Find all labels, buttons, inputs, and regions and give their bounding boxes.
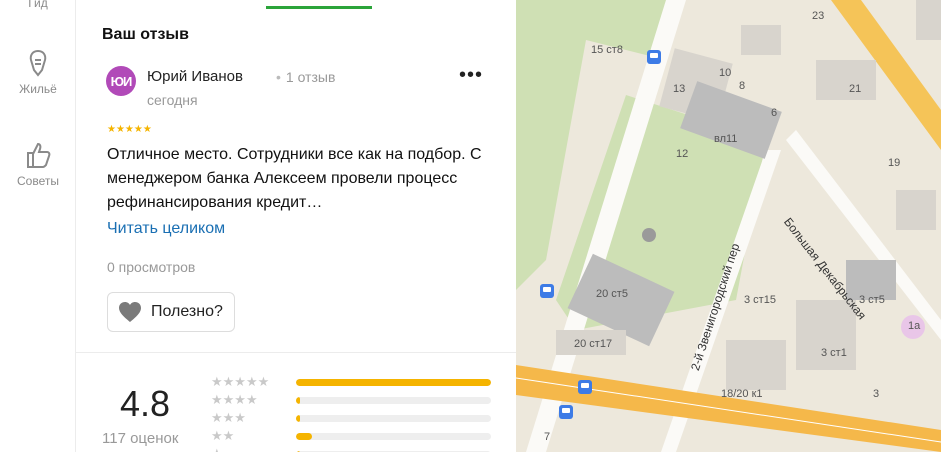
review-text: Отличное место. Сотрудники все как на по… <box>107 146 482 211</box>
map-label: 7 <box>544 431 551 443</box>
rating-distribution-row: ★★★ <box>211 410 491 428</box>
avatar[interactable]: ЮИ <box>106 66 136 96</box>
bus-stop-icon[interactable] <box>647 50 661 64</box>
housing-icon <box>29 49 47 77</box>
section-title: Ваш отзыв <box>102 26 189 43</box>
rating-row-stars: ★★ <box>211 428 235 443</box>
rating-row-stars: ★★★★★ <box>211 374 270 389</box>
nav-item-label: Гид <box>28 0 48 10</box>
rating-row-stars: ★★★ <box>211 410 246 425</box>
map[interactable]: 15 ст8 13 вл11 12 20 ст5 20 ст17 23 10 8… <box>516 0 941 452</box>
map-label: 23 <box>812 10 825 22</box>
map-label: 8 <box>739 80 746 92</box>
rating-distribution-row: ★★ <box>211 428 491 446</box>
rating-value: 4.8 <box>120 383 171 424</box>
rating-bar-track <box>296 415 491 422</box>
heart-icon <box>119 302 141 322</box>
map-label: 3 <box>873 388 880 400</box>
rating-distribution-row: ★ <box>211 446 491 452</box>
review-panel: Ваш отзыв ЮИ Юрий Иванов 1 отзыв сегодня… <box>76 0 516 452</box>
map-label: 12 <box>676 148 689 160</box>
bus-stop-icon[interactable] <box>540 284 554 298</box>
rating-bar-track <box>296 433 491 440</box>
map-label: 20 ст17 <box>574 338 613 350</box>
map-label: 10 <box>719 67 732 79</box>
rating-count: 117 оценок <box>102 430 179 447</box>
map-label: 3 ст1 <box>821 347 847 359</box>
rating-bar-fill <box>296 379 491 386</box>
map-label: 6 <box>771 107 778 119</box>
author-review-count: 1 отзыв <box>276 69 336 85</box>
views-count: 0 просмотров <box>107 259 196 275</box>
map-label: 15 ст8 <box>591 44 623 56</box>
author-name[interactable]: Юрий Иванов <box>147 68 243 85</box>
map-label: 21 <box>849 83 862 95</box>
bus-stop-icon[interactable] <box>559 405 573 419</box>
active-tab-indicator <box>266 6 372 9</box>
map-label: 3 ст5 <box>859 294 885 306</box>
side-nav: Гид Жильё Советы <box>0 0 76 452</box>
more-options-icon[interactable]: ••• <box>459 65 483 92</box>
nav-item-guide[interactable]: Гид <box>0 0 76 10</box>
thumbs-up-icon <box>27 142 51 168</box>
review-stars: ★★★★★ <box>107 124 152 135</box>
rating-row-stars: ★ <box>211 446 223 452</box>
rating-row-stars: ★★★★ <box>211 392 258 407</box>
map-label: 19 <box>888 157 901 169</box>
map-label: 18/20 к1 <box>721 388 763 400</box>
map-label: 20 ст5 <box>596 288 628 300</box>
bus-stop-icon[interactable] <box>578 380 592 394</box>
rating-bar-fill <box>296 415 300 422</box>
nav-item-housing[interactable]: Жильё <box>0 48 76 96</box>
rating-bar-track <box>296 397 491 404</box>
map-label: 13 <box>673 83 686 95</box>
useful-button[interactable]: Полезно? <box>107 292 235 332</box>
nav-item-label: Жильё <box>19 82 57 96</box>
map-label: вл11 <box>714 133 738 145</box>
map-label: 3 ст15 <box>744 294 776 306</box>
review-date: сегодня <box>147 92 198 108</box>
divider <box>76 352 516 353</box>
nav-item-label: Советы <box>17 174 59 188</box>
map-label: 1а <box>908 320 921 332</box>
rating-distribution-row: ★★★★★ <box>211 374 491 392</box>
useful-label: Полезно? <box>151 303 223 320</box>
nav-item-tips[interactable]: Советы <box>0 140 76 188</box>
rating-distribution-row: ★★★★ <box>211 392 491 410</box>
rating-bar-fill <box>296 397 300 404</box>
rating-bar-fill <box>296 433 312 440</box>
rating-bar-track <box>296 379 491 386</box>
read-more-link[interactable]: Читать целиком <box>107 220 225 238</box>
